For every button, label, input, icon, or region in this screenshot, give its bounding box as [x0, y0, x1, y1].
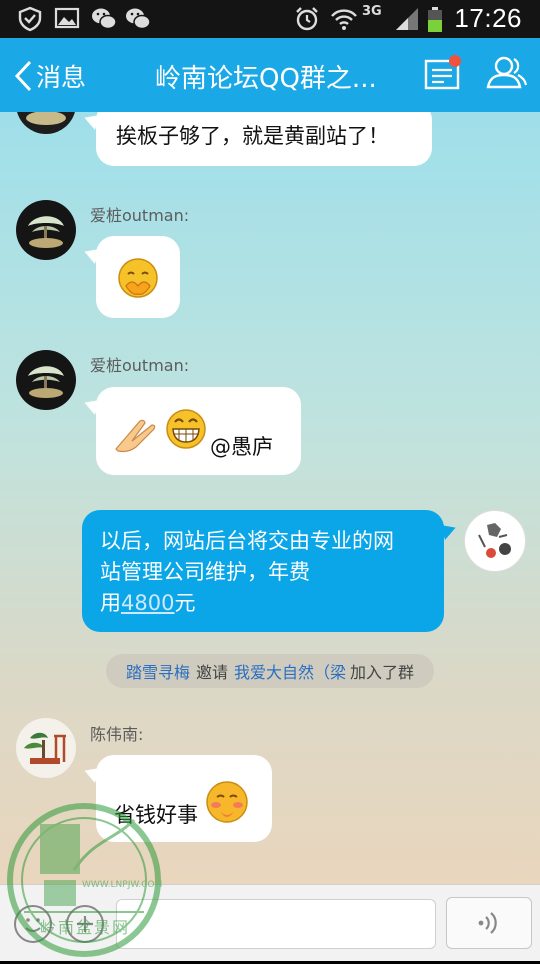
notice-verb: 邀请	[195, 663, 228, 682]
group-notice-button[interactable]	[424, 53, 464, 95]
my-avatar[interactable]	[464, 510, 526, 572]
group-members-button[interactable]	[484, 53, 528, 95]
clock: 17:26	[454, 3, 522, 33]
image-icon	[54, 7, 80, 29]
sender-name: 爱桩outman:	[90, 206, 190, 225]
message-text-line: 元	[174, 591, 196, 615]
back-label: 消息	[36, 63, 87, 92]
voice-button[interactable]	[446, 897, 532, 949]
avatar[interactable]	[16, 350, 76, 410]
blush-emoji-icon	[206, 781, 248, 823]
message-list[interactable]: 挨板子够了，就是黄副站了！ 爱桩outman: 爱桩outman: @愚庐 以后…	[0, 112, 540, 884]
chat-title: 岭南论坛QQ群之...	[155, 64, 377, 94]
message-bubble[interactable]: 省钱好事	[96, 755, 272, 842]
notice-icon	[424, 55, 461, 90]
avatar[interactable]	[16, 112, 76, 134]
input-bar	[0, 884, 540, 961]
grin-emoji-icon	[166, 409, 206, 449]
chevron-left-icon	[14, 60, 32, 92]
shield-icon	[18, 6, 42, 32]
avatar[interactable]	[16, 718, 76, 778]
invitee-link[interactable]: 我爱大自然（梁	[234, 659, 346, 683]
more-button[interactable]	[66, 905, 104, 943]
clap-hands-icon	[115, 419, 156, 453]
message-text: 挨板子够了，就是黄副站了！	[116, 124, 389, 148]
chat-header: 消息 岭南论坛QQ群之...	[0, 38, 540, 112]
inviter-link[interactable]: 踏雪寻梅	[126, 659, 190, 683]
emoji-button[interactable]	[14, 905, 52, 943]
my-message-bubble[interactable]: 以后，网站后台将交由专业的网 站管理公司维护，年费 用4800元	[82, 510, 444, 632]
message-text-line: 站管理公司维护，年费	[100, 560, 310, 584]
smiley-icon	[25, 918, 41, 932]
message-text-line: 以后，网站后台将交由专业的网	[100, 529, 394, 553]
back-button[interactable]: 消息	[14, 56, 86, 96]
wechat-icon	[126, 8, 151, 30]
message-input[interactable]	[116, 899, 436, 949]
message-text-line: 用	[100, 591, 121, 615]
status-bar: 3G 17:26	[0, 0, 540, 38]
group-icon	[486, 56, 528, 89]
hug-emoji-icon	[118, 258, 158, 298]
wifi-icon	[331, 9, 357, 30]
mention-text: @愚庐	[210, 435, 273, 459]
alarm-icon	[296, 7, 318, 31]
network-type-label: 3G	[362, 4, 382, 19]
battery-icon	[428, 7, 442, 32]
system-notice: 踏雪寻梅 邀请 我爱大自然（梁 加入了群	[106, 654, 434, 688]
message-bubble[interactable]: 挨板子够了，就是黄副站了！	[96, 112, 432, 166]
avatar[interactable]	[16, 200, 76, 260]
notice-action: 加入了群	[350, 663, 415, 682]
wechat-icon	[92, 8, 117, 30]
phone-number-link[interactable]: 4800	[121, 591, 174, 615]
message-bubble[interactable]	[96, 236, 180, 318]
signal-icon	[396, 8, 418, 30]
plus-icon	[77, 916, 93, 932]
sender-name: 陈伟南:	[90, 725, 144, 744]
sender-name: 爱桩outman:	[90, 356, 190, 375]
voice-icon	[478, 912, 497, 934]
message-bubble[interactable]: @愚庐	[96, 387, 301, 475]
message-text: 省钱好事	[114, 803, 198, 827]
